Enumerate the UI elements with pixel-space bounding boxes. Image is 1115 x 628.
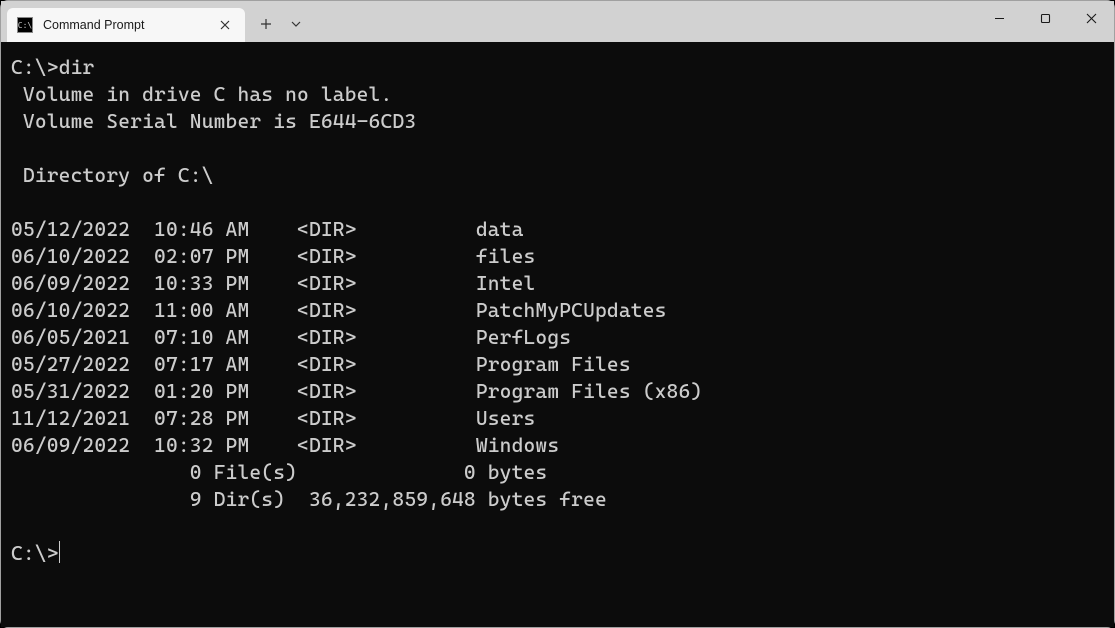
output-line: Volume Serial Number is E644-6CD3 — [11, 109, 416, 133]
summary-dirs: 9 Dir(s) 36,232,859,648 bytes free — [11, 487, 607, 511]
maximize-icon — [1040, 13, 1051, 24]
output-line: Volume in drive C has no label. — [11, 82, 392, 106]
tab-close-button[interactable] — [215, 15, 235, 35]
output-line: Directory of C:\ — [11, 163, 214, 187]
tab-dropdown-button[interactable] — [281, 9, 311, 39]
window-controls — [976, 1, 1114, 36]
command: dir — [59, 55, 95, 79]
dir-listing: 05/12/2022 10:46 AM <DIR> data 06/10/202… — [11, 217, 702, 457]
window-close-button[interactable] — [1068, 1, 1114, 36]
titlebar: C:\ Command Prompt — [1, 1, 1114, 42]
summary-files: 0 File(s) 0 bytes — [11, 460, 547, 484]
close-icon — [1086, 13, 1097, 24]
new-tab-button[interactable] — [251, 9, 281, 39]
cursor — [59, 541, 61, 563]
terminal-output[interactable]: C:\>dir Volume in drive C has no label. … — [1, 42, 1114, 627]
maximize-button[interactable] — [1022, 1, 1068, 36]
terminal-tab[interactable]: C:\ Command Prompt — [7, 8, 245, 42]
close-icon — [220, 20, 230, 30]
prompt: C:\> — [11, 541, 59, 565]
tab-title: Command Prompt — [43, 18, 215, 32]
prompt: C:\> — [11, 55, 59, 79]
minimize-button[interactable] — [976, 1, 1022, 36]
chevron-down-icon — [291, 21, 301, 27]
plus-icon — [260, 18, 272, 30]
minimize-icon — [994, 13, 1005, 24]
cmd-icon: C:\ — [17, 17, 33, 33]
